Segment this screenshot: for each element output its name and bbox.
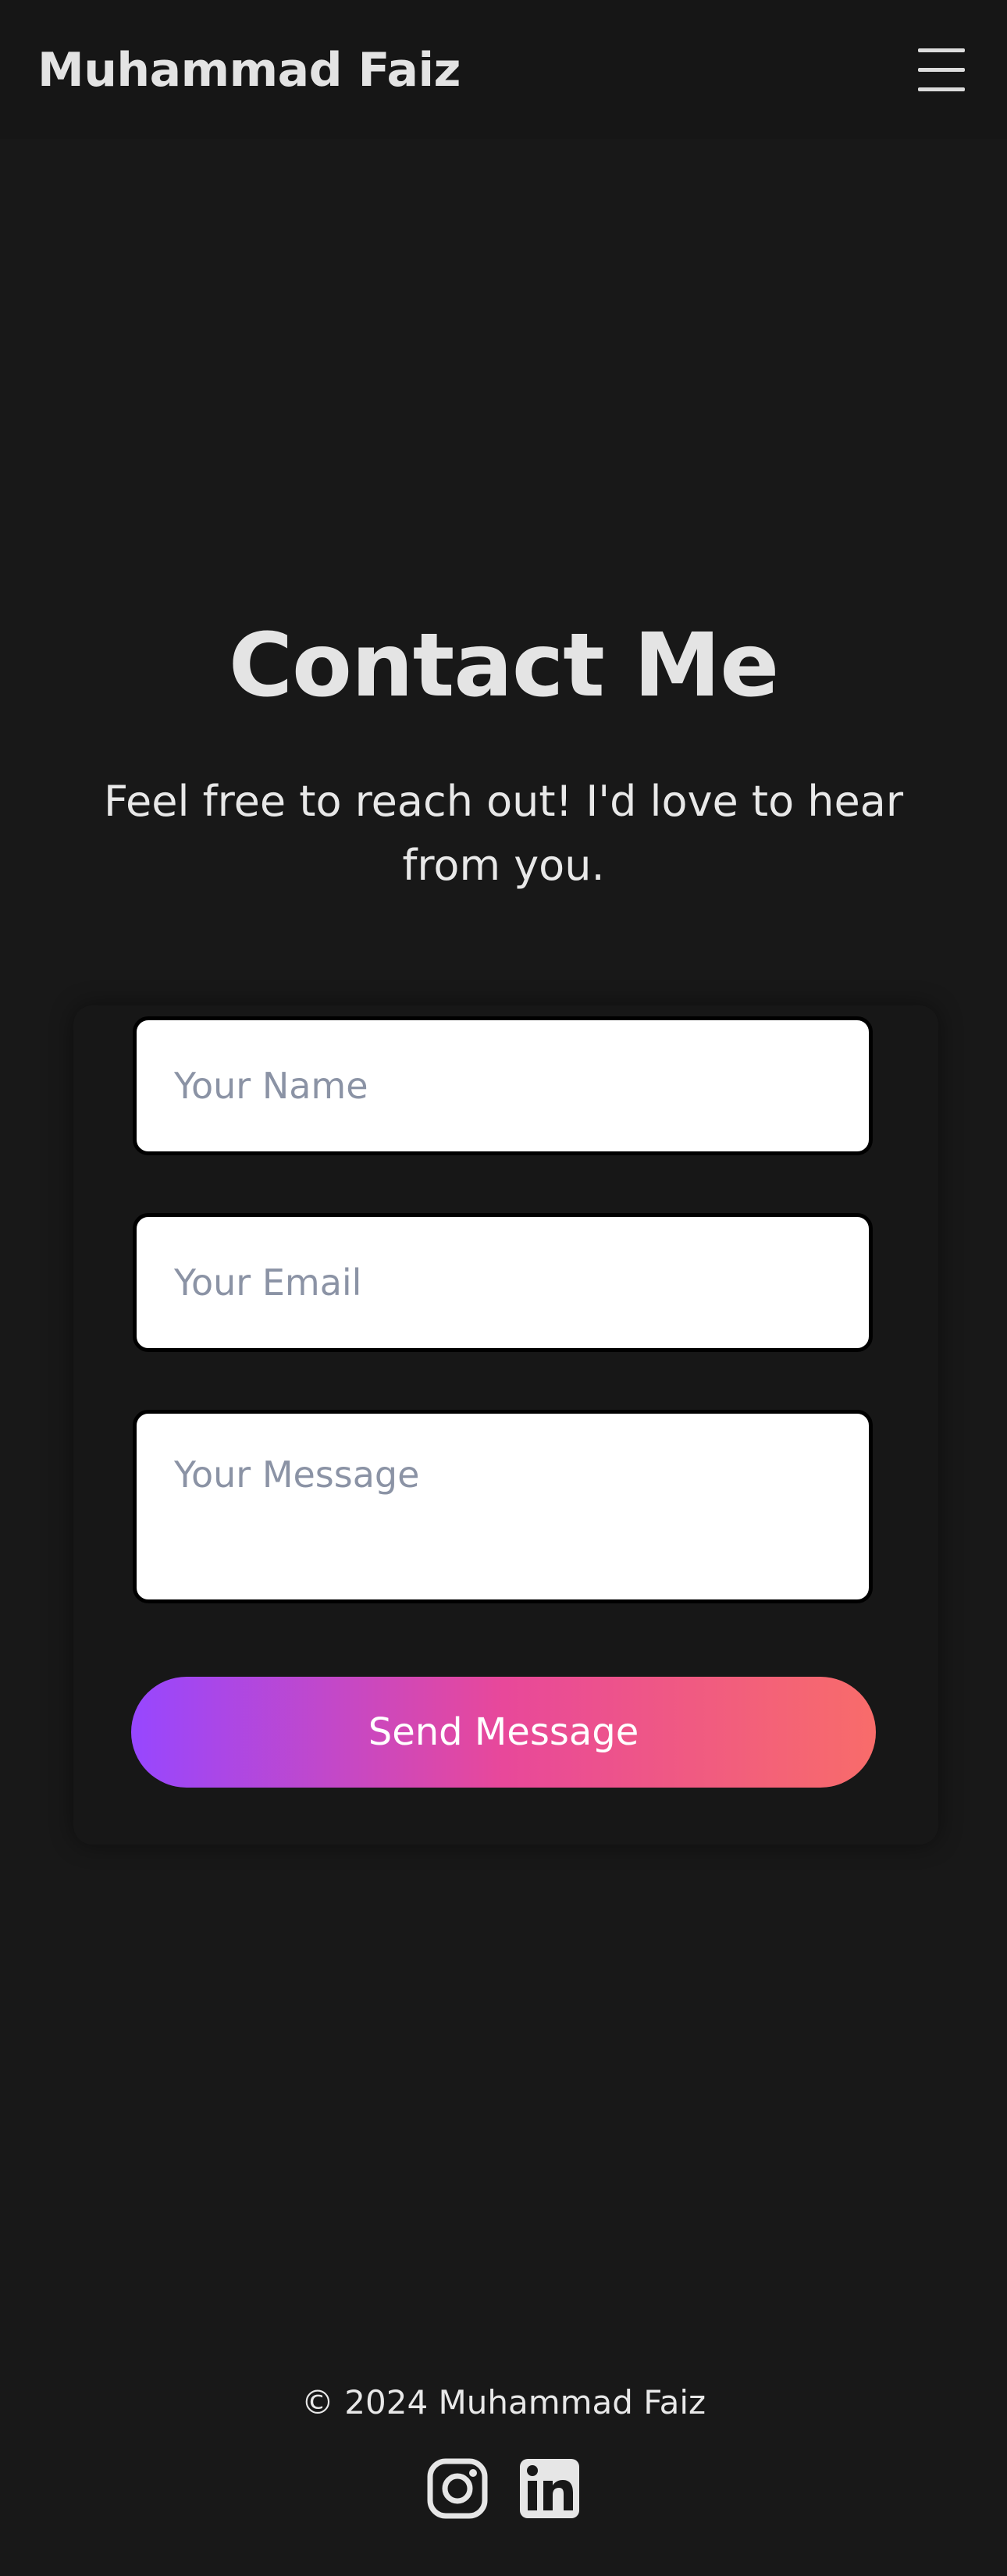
instagram-icon-graphic [427, 2458, 488, 2519]
email-field[interactable] [133, 1213, 873, 1352]
linkedin-icon[interactable] [518, 2457, 581, 2520]
menu-line [918, 68, 965, 72]
instagram-icon[interactable] [426, 2457, 489, 2520]
site-footer: © 2024 Muhammad Faiz [0, 1919, 1007, 2576]
name-field[interactable] [133, 1016, 873, 1155]
hamburger-menu-icon[interactable] [918, 48, 965, 92]
copyright-text: © 2024 Muhammad Faiz [301, 2383, 706, 2421]
contact-section: Contact Me Feel free to reach out! I'd l… [0, 139, 1007, 1919]
contact-form: Send Message [73, 1005, 938, 1845]
contact-subtitle: Feel free to reach out! I'd love to hear… [103, 777, 904, 890]
brand-title[interactable]: Muhammad Faiz [37, 39, 461, 101]
page-title: Contact Me [228, 615, 779, 717]
site-header: Muhammad Faiz [0, 0, 1007, 139]
linkedin-icon-graphic [520, 2459, 579, 2518]
menu-line [918, 48, 965, 52]
message-field[interactable] [133, 1410, 873, 1603]
send-message-button[interactable]: Send Message [131, 1677, 876, 1788]
menu-line [918, 87, 965, 91]
